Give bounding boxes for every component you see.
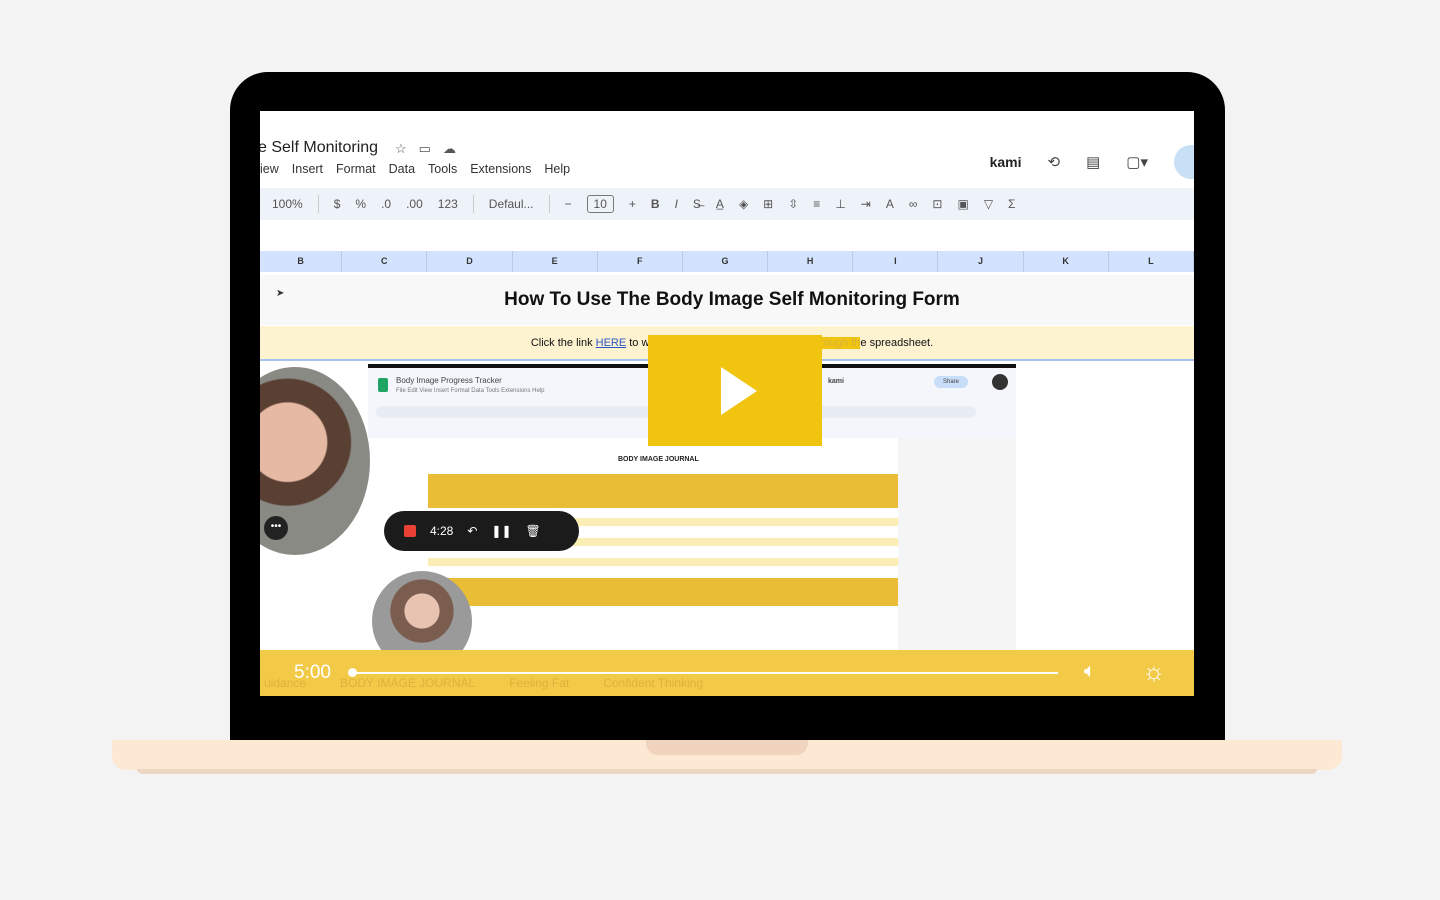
document-title[interactable]: e Self Monitoring (260, 139, 378, 157)
journal-header-band (428, 578, 898, 606)
play-button[interactable] (648, 335, 822, 446)
undo-icon[interactable]: ↶ (467, 524, 477, 538)
column-header[interactable]: F (598, 251, 683, 272)
menu-tools[interactable]: Tools (428, 162, 457, 176)
font-size-input[interactable]: 10 (586, 195, 614, 213)
folder-icon[interactable]: ▭ (419, 141, 431, 157)
strikethrough-icon[interactable]: S̶ (693, 197, 701, 211)
here-link[interactable]: HERE (596, 337, 627, 349)
video-duration: 5:00 (294, 662, 331, 683)
menu-insert[interactable]: Insert (292, 162, 323, 176)
recorder-bar: 4:28 ↶ ❚❚ 🗑 (384, 511, 579, 551)
menu-data[interactable]: Data (389, 162, 415, 176)
column-header[interactable]: C (342, 251, 428, 272)
column-header[interactable]: I (853, 251, 939, 272)
note-text: Click the link (530, 337, 596, 349)
column-headers: B C D E F G H I J K L (260, 251, 1194, 272)
currency-button[interactable]: $ (334, 197, 341, 211)
column-header[interactable]: H (768, 251, 854, 272)
progress-handle[interactable] (348, 668, 357, 677)
toolbar: 100% $ % .0 .00 123 Defaul... − 10 + B I… (260, 188, 1194, 220)
borders-icon[interactable]: ⊞ (763, 197, 773, 211)
recorder-time: 4:28 (430, 524, 454, 538)
avatar[interactable] (1174, 145, 1194, 179)
pause-icon[interactable]: ❚❚ (491, 524, 511, 538)
inner-share-button: Share (934, 376, 969, 388)
valign-icon[interactable]: ⊥ (835, 197, 845, 211)
laptop-notch (646, 740, 808, 755)
journal-title: BODY IMAGE JOURNAL (618, 456, 699, 463)
note-text: e spreadsheet. (860, 337, 934, 349)
bold-button[interactable]: B (651, 197, 660, 211)
menu-format[interactable]: Format (336, 162, 376, 176)
font-select[interactable]: Defaul... (489, 197, 534, 211)
inner-avatar (992, 374, 1008, 390)
progress-track[interactable] (352, 672, 1058, 674)
settings-gear-icon[interactable]: ☼ (1142, 656, 1166, 687)
comment-icon[interactable]: ▤ (1086, 153, 1100, 171)
meet-icon[interactable]: ▢▾ (1126, 153, 1148, 171)
menu-help[interactable]: Help (544, 162, 570, 176)
kami-logo[interactable]: kami (990, 154, 1022, 170)
minus-icon[interactable]: − (565, 197, 572, 211)
title-icons: ☆ ▭ ☁ (395, 141, 456, 157)
more-icon[interactable]: ••• (264, 516, 288, 540)
column-header[interactable]: J (938, 251, 1024, 272)
column-header[interactable]: B (260, 251, 343, 272)
menu-bar: iew Insert Format Data Tools Extensions … (260, 162, 570, 176)
chart-icon[interactable]: ▣ (957, 197, 968, 211)
inner-menu: File Edit View Insert Format Data Tools … (396, 388, 545, 394)
sheets-logo-icon (378, 378, 388, 392)
plus-icon[interactable]: + (629, 197, 636, 211)
column-header[interactable]: D (427, 251, 513, 272)
journal-row (428, 558, 898, 566)
percent-button[interactable]: % (355, 197, 366, 211)
inner-title: Body Image Progress Tracker (396, 376, 502, 385)
star-icon[interactable]: ☆ (395, 141, 407, 157)
divider (548, 195, 550, 213)
rotate-icon[interactable]: A (886, 197, 894, 211)
cloud-icon[interactable]: ☁ (443, 141, 456, 157)
video-controls: uidance BODY IMAGE JOURNAL Feeling Fat C… (260, 650, 1194, 696)
filter-icon[interactable]: ▽ (984, 197, 993, 211)
divider (317, 195, 319, 213)
sheet-heading: How To Use The Body Image Self Monitorin… (260, 275, 1194, 325)
header-actions: kami ⟲ ▤ ▢▾ (990, 145, 1194, 179)
laptop-screen: e Self Monitoring ☆ ▭ ☁ iew Insert Forma… (260, 111, 1194, 696)
zoom-select[interactable]: 100% (272, 197, 303, 211)
link-icon[interactable]: ∞ (909, 197, 918, 211)
increase-decimal-button[interactable]: .00 (406, 197, 423, 211)
wrap-icon[interactable]: ⇥ (861, 197, 871, 211)
column-header[interactable]: E (513, 251, 598, 272)
sheet-tab: BODY IMAGE JOURNAL (340, 676, 476, 690)
sheet-tab: Feeling Fat (509, 676, 570, 690)
column-header[interactable]: L (1109, 251, 1194, 272)
insert-comment-icon[interactable]: ⊡ (932, 197, 942, 211)
journal-header-band (428, 474, 898, 508)
functions-icon[interactable]: Σ (1008, 197, 1015, 211)
history-icon[interactable]: ⟲ (1048, 153, 1061, 171)
menu-extensions[interactable]: Extensions (470, 162, 531, 176)
italic-button[interactable]: I (675, 197, 678, 211)
fill-color-icon[interactable]: ◈ (739, 197, 748, 211)
column-header[interactable]: G (683, 251, 769, 272)
column-header[interactable]: K (1024, 251, 1109, 272)
number-format-button[interactable]: 123 (438, 197, 458, 211)
inner-kami: kami (828, 378, 844, 385)
laptop-base-shadow (137, 769, 1317, 774)
align-icon[interactable]: ≡ (813, 197, 820, 211)
volume-icon[interactable]: 🔈︎ (1084, 660, 1096, 683)
menu-view[interactable]: iew (260, 162, 279, 176)
decrease-decimal-button[interactable]: .0 (381, 197, 391, 211)
divider (472, 195, 474, 213)
stop-record-button[interactable] (404, 525, 416, 537)
merge-cells-icon[interactable]: ⇳ (788, 197, 798, 211)
trash-icon[interactable]: 🗑 (526, 524, 541, 538)
sheet-tab: Confident Thinking (603, 676, 704, 690)
mouse-cursor-icon: ➤ (276, 288, 285, 299)
text-color-icon[interactable]: A̲ (716, 197, 724, 211)
